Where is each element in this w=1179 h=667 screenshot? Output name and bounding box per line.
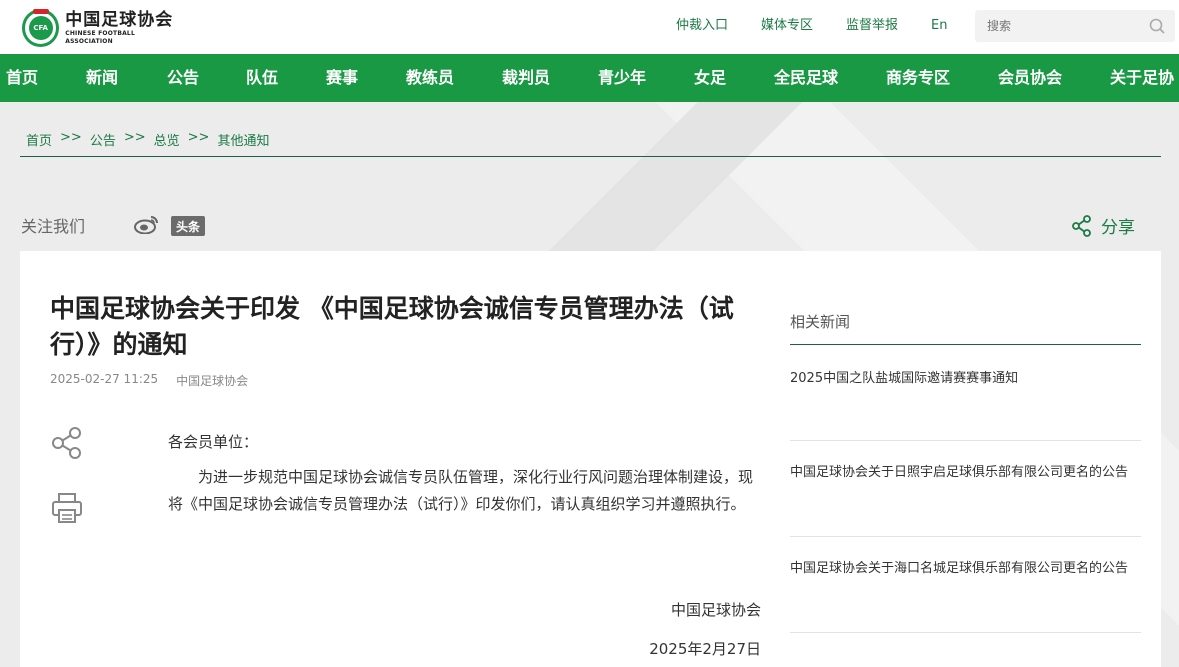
link-arbitration[interactable]: 仲裁入口 [676,17,728,35]
nav-news[interactable]: 新闻 [86,54,118,102]
related-news: 相关新闻 2025中国之队盐城国际邀请赛赛事通知 中国足球协会关于日照宇启足球俱… [790,311,1141,633]
article-signature: 中国足球协会 [670,601,761,619]
related-news-title: 相关新闻 [790,311,1141,345]
breadcrumb-overview[interactable]: 总览 [154,130,180,149]
cfa-badge-icon: CFA [22,9,60,47]
follow-us-label: 关注我们 [21,217,86,236]
logo-chinese-name: 中国足球协会 [65,10,174,30]
share-icon [1072,214,1091,237]
toutiao-icon[interactable]: 头条 [171,216,205,236]
article-source: 中国足球协会 [176,374,249,388]
related-news-item[interactable]: 中国足球协会关于海口名城足球俱乐部有限公司更名的公告 [790,537,1141,633]
search-input[interactable] [975,19,1135,33]
badge-ring [33,9,49,14]
logo-english-name: CHINESE FOOTBALL ASSOCIATION [65,30,135,45]
breadcrumb: 首页 >> 公告 >> 总览 >> 其他通知 [26,130,277,149]
search-icon[interactable] [1149,18,1165,34]
top-header: CFA 中国足球协会 CHINESE FOOTBALL ASSOCIATION … [0,0,1179,54]
badge-inner: CFA [28,16,53,40]
cfa-logo[interactable]: CFA 中国足球协会 CHINESE FOOTBALL ASSOCIATION [22,8,182,48]
breadcrumb-other-notices[interactable]: 其他通知 [217,130,269,149]
share-label: 分享 [1101,218,1135,238]
article-paragraph: 为进一步规范中国足球协会诚信专员队伍管理，深化行业行风问题治理体制建设，现将《中… [168,468,754,513]
nav-teams[interactable]: 队伍 [246,54,278,102]
main-nav: 首页 新闻 公告 队伍 赛事 教练员 裁判员 青少年 女足 全民足球 商务专区 … [0,54,1179,102]
breadcrumb-home[interactable]: 首页 [26,130,52,149]
related-news-item[interactable]: 中国足球协会关于日照宇启足球俱乐部有限公司更名的公告 [790,441,1141,537]
logo-text: 中国足球协会 CHINESE FOOTBALL ASSOCIATION [65,10,182,46]
article-date: 2025-02-27 11:25 [50,372,159,386]
nav-member-associations[interactable]: 会员协会 [998,54,1062,102]
share-button[interactable]: 分享 [1071,213,1135,238]
top-links: 仲裁入口 媒体专区 监督举报 En [676,17,981,35]
nav-announcements[interactable]: 公告 [167,54,199,102]
weibo-icon[interactable] [134,214,160,234]
article-body: 各会员单位： 为进一步规范中国足球协会诚信专员队伍管理，深化行业行风问题治理体制… [168,429,762,518]
nav-women[interactable]: 女足 [694,54,726,102]
breadcrumb-announcements[interactable]: 公告 [90,130,116,149]
nav-referees[interactable]: 裁判员 [502,54,550,102]
article-title: 中国足球协会关于印发 《中国足球协会诚信专员管理办法（试行）》的通知 [50,294,734,359]
nav-events[interactable]: 赛事 [326,54,358,102]
article-salutation: 各会员单位： [168,433,259,451]
link-report[interactable]: 监督举报 [846,17,898,35]
article-meta: 2025-02-27 11:25 中国足球协会 [50,372,266,389]
nav-youth[interactable]: 青少年 [598,54,646,102]
breadcrumb-separator: >> [60,130,82,145]
breadcrumb-separator: >> [187,130,210,145]
link-english[interactable]: En [931,17,947,35]
related-news-item[interactable]: 2025中国之队盐城国际邀请赛赛事通知 [790,345,1141,441]
breadcrumb-separator: >> [123,130,146,145]
nav-coaches[interactable]: 教练员 [406,54,454,102]
nav-about[interactable]: 关于足协 [1110,54,1174,102]
nav-business[interactable]: 商务专区 [886,54,950,102]
search-box [975,10,1175,42]
nav-home[interactable]: 首页 [6,54,38,102]
link-media[interactable]: 媒体专区 [761,17,813,35]
nav-grassroots[interactable]: 全民足球 [774,54,838,102]
follow-row: 关注我们 头条 分享 [20,197,1161,251]
article-sign-date: 2025年2月27日 [649,640,761,658]
breadcrumb-divider [20,156,1161,157]
share-icon[interactable] [50,426,84,460]
article-panel: 中国足球协会关于印发 《中国足球协会诚信专员管理办法（试行）》的通知 2025-… [20,251,1161,667]
print-icon[interactable] [50,491,84,525]
